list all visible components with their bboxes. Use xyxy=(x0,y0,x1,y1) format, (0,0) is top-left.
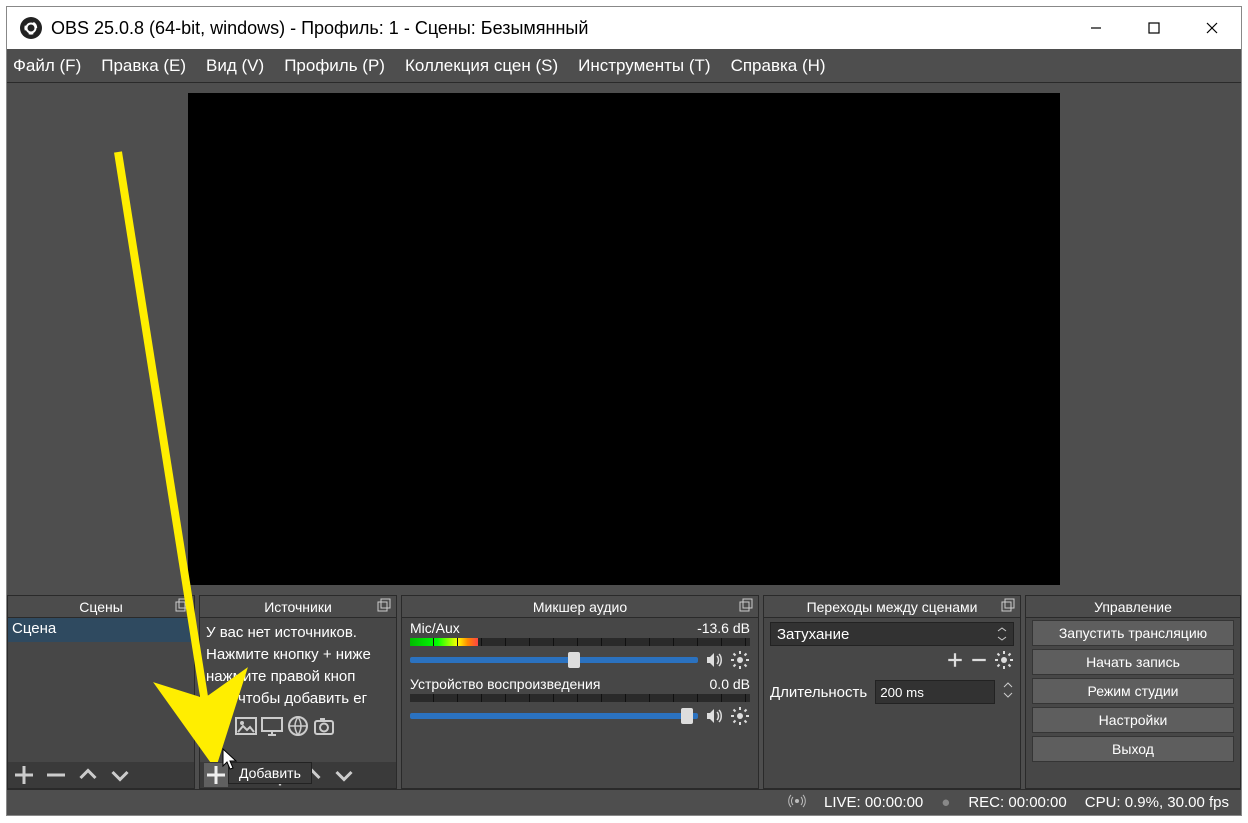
cpu-status: CPU: 0.9%, 30.00 fps xyxy=(1085,794,1229,811)
titlebar: OBS 25.0.8 (64-bit, windows) - Профиль: … xyxy=(7,7,1241,49)
obs-app-icon xyxy=(19,16,43,40)
preview-area xyxy=(7,83,1241,595)
menu-view[interactable]: Вид (V) xyxy=(206,56,264,76)
image-icon xyxy=(234,714,258,742)
maximize-button[interactable] xyxy=(1125,7,1183,49)
status-bar: LIVE: 00:00:00 ● REC: 00:00:00 CPU: 0.9%… xyxy=(7,789,1241,815)
mixer-title: Микшер аудио xyxy=(533,599,627,615)
window-controls xyxy=(1067,7,1241,49)
vu-meter xyxy=(410,694,750,702)
sources-dock: Источники У вас нет источников. Нажмите … xyxy=(199,595,397,789)
preview-canvas[interactable] xyxy=(188,93,1060,585)
add-source-tooltip: Добавить xyxy=(228,762,312,784)
menu-help[interactable]: Справка (H) xyxy=(731,56,826,76)
scenes-title: Сцены xyxy=(79,599,123,615)
controls-title: Управление xyxy=(1094,599,1172,615)
mixer-output-db: 0.0 dB xyxy=(710,676,750,692)
close-button[interactable] xyxy=(1183,7,1241,49)
move-source-down-button[interactable] xyxy=(332,763,356,787)
sources-empty-hint: У вас нет источников. Нажмите кнопку + н… xyxy=(200,618,396,714)
menu-tools[interactable]: Инструменты (T) xyxy=(578,56,710,76)
start-streaming-button[interactable]: Запустить трансляцию xyxy=(1032,620,1234,646)
transitions-title: Переходы между сценами xyxy=(807,599,978,615)
vu-meter xyxy=(410,638,750,646)
sources-title: Источники xyxy=(264,599,332,615)
scenes-dock: Сцены Сцена xyxy=(7,595,195,789)
gear-icon[interactable] xyxy=(730,650,750,670)
mixer-mic-db: -13.6 dB xyxy=(697,620,750,636)
transition-duration-label: Длительность xyxy=(770,684,867,701)
mixer-channel-output: Устройство воспроизведения 0.0 dB xyxy=(402,674,758,730)
transition-settings-button[interactable] xyxy=(994,650,1014,674)
app-window: OBS 25.0.8 (64-bit, windows) - Профиль: … xyxy=(6,6,1242,816)
broadcast-icon xyxy=(788,792,806,814)
studio-mode-button[interactable]: Режим студии xyxy=(1032,678,1234,704)
docks-row: Сцены Сцена Источники У вас нет источник… xyxy=(7,595,1241,789)
mixer-output-label: Устройство воспроизведения xyxy=(410,676,600,692)
speaker-icon[interactable] xyxy=(704,706,724,726)
mixer-channel-mic: Mic/Aux -13.6 dB xyxy=(402,618,758,674)
remove-scene-button[interactable] xyxy=(44,763,68,787)
menu-edit[interactable]: Правка (E) xyxy=(101,56,186,76)
caret-icon xyxy=(997,626,1007,646)
popout-icon[interactable] xyxy=(174,598,190,614)
settings-button[interactable]: Настройки xyxy=(1032,707,1234,733)
gear-icon[interactable] xyxy=(730,706,750,726)
menu-scenecol[interactable]: Коллекция сцен (S) xyxy=(405,56,558,76)
speaker-icon[interactable] xyxy=(704,650,724,670)
move-scene-up-button[interactable] xyxy=(76,763,100,787)
popout-icon[interactable] xyxy=(738,598,754,614)
mixer-output-slider[interactable] xyxy=(410,713,698,719)
camera-icon xyxy=(312,714,336,742)
transition-select[interactable]: Затухание xyxy=(770,622,1014,646)
add-source-button[interactable] xyxy=(204,763,228,787)
popout-icon[interactable] xyxy=(1000,598,1016,614)
menu-file[interactable]: Файл (F) xyxy=(13,56,81,76)
mixer-mic-slider[interactable] xyxy=(410,657,698,663)
stepper-icon[interactable] xyxy=(1003,680,1013,704)
start-recording-button[interactable]: Начать запись xyxy=(1032,649,1234,675)
minimize-button[interactable] xyxy=(1067,7,1125,49)
exit-button[interactable]: Выход xyxy=(1032,736,1234,762)
menu-profile[interactable]: Профиль (P) xyxy=(284,56,385,76)
scenes-toolbar xyxy=(8,762,194,788)
remove-transition-button[interactable] xyxy=(970,651,988,673)
monitor-icon xyxy=(260,714,284,742)
window-title: OBS 25.0.8 (64-bit, windows) - Профиль: … xyxy=(51,18,1067,39)
mixer-mic-label: Mic/Aux xyxy=(410,620,460,636)
move-scene-down-button[interactable] xyxy=(108,763,132,787)
live-status: LIVE: 00:00:00 xyxy=(824,794,923,811)
popout-icon[interactable] xyxy=(376,598,392,614)
add-scene-button[interactable] xyxy=(12,763,36,787)
rec-status: REC: 00:00:00 xyxy=(968,794,1066,811)
controls-dock: Управление Запустить трансляцию Начать з… xyxy=(1025,595,1241,789)
dot-icon: ● xyxy=(941,794,950,811)
scene-transitions-dock: Переходы между сценами Затухание Длитель… xyxy=(763,595,1021,789)
globe-icon xyxy=(286,714,310,742)
sources-hint-icons xyxy=(200,714,396,742)
transition-duration-input[interactable] xyxy=(875,680,995,704)
add-transition-button[interactable] xyxy=(946,651,964,673)
scene-item[interactable]: Сцена xyxy=(8,618,194,642)
audio-mixer-dock: Микшер аудио Mic/Aux -13.6 dB xyxy=(401,595,759,789)
menubar: Файл (F) Правка (E) Вид (V) Профиль (P) … xyxy=(7,49,1241,83)
